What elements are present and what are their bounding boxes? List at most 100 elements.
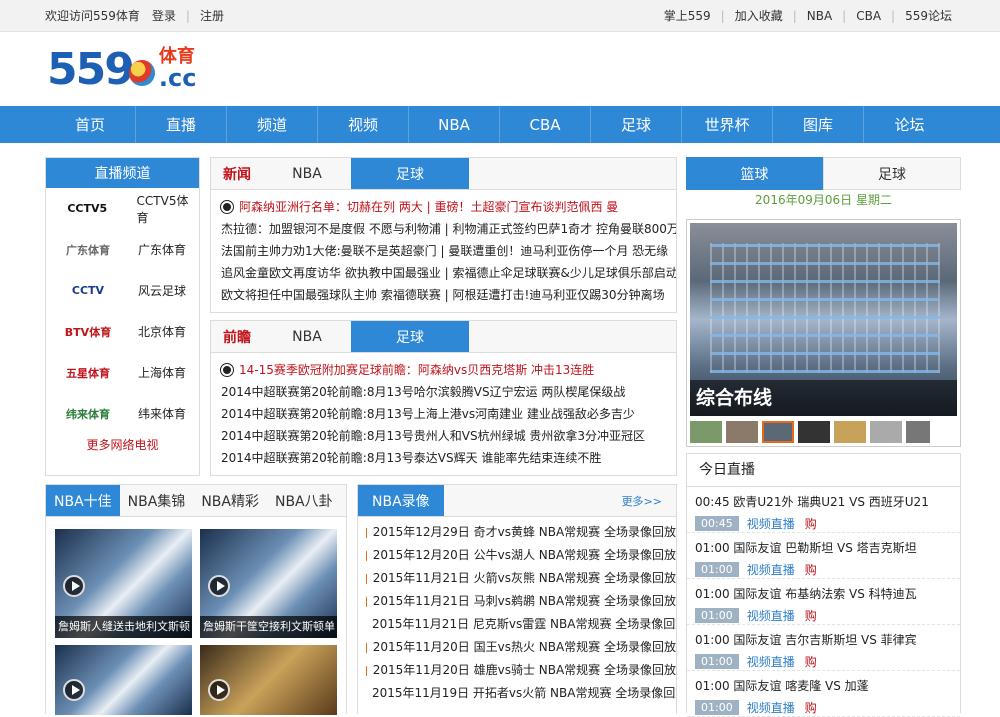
gallery-image[interactable]: 综合布线 — [690, 223, 957, 416]
news-item[interactable]: 阿森纳亚洲行名单：切赫在列 两大 | 重磅！土超豪门宣布谈判范佩西 曼 — [211, 196, 676, 218]
news-item[interactable]: 杰拉德：加盟银河不是度假 不愿与利物浦 | 利物浦正式签约巴萨1奇才 控角曼联8… — [211, 218, 676, 240]
nav-worldcup[interactable]: 世界杯 — [682, 106, 773, 143]
channel-item[interactable]: CCTV5 CCTV5体育 — [46, 188, 199, 229]
buy-link[interactable]: 购 — [805, 699, 817, 716]
recording-item[interactable]: 2015年11月21日 尼克斯vs雷霆 NBA常规赛 全场录像回放 — [358, 613, 676, 636]
news-item[interactable]: 2014中超联赛第20轮前瞻:8月13号哈尔滨毅腾VS辽宁宏运 两队楔尾保级战 — [211, 381, 676, 403]
video-caption: 詹姆斯干筐空接利文斯顿单 — [200, 616, 337, 638]
gallery-thumb[interactable] — [690, 421, 722, 443]
nav-nba[interactable]: NBA — [409, 106, 500, 143]
more-link[interactable]: 更多>> — [622, 485, 676, 516]
live-actions: 01:00 视频直播购 — [695, 653, 960, 670]
tab-nba-gossip[interactable]: NBA八卦 — [267, 485, 341, 516]
buy-link[interactable]: 购 — [805, 561, 817, 578]
nav-forum[interactable]: 论坛 — [864, 106, 955, 143]
nav-channel[interactable]: 频道 — [227, 106, 318, 143]
video-live-link[interactable]: 视频直播 — [747, 561, 795, 578]
more-tv-link[interactable]: 更多网络电视 — [46, 436, 199, 453]
buy-link[interactable]: 购 — [805, 607, 817, 624]
gallery-thumb[interactable] — [798, 421, 830, 443]
video-live-link[interactable]: 视频直播 — [747, 699, 795, 716]
nav-football[interactable]: 足球 — [591, 106, 682, 143]
live-actions: 00:45 视频直播购 — [695, 515, 960, 532]
forum-link[interactable]: 559论坛 — [905, 7, 952, 24]
video-live-link[interactable]: 视频直播 — [747, 653, 795, 670]
channel-item[interactable]: 广东体育 广东体育 — [46, 229, 199, 270]
recording-item[interactable]: 2015年11月20日 雄鹿vs骑士 NBA常规赛 全场录像回放 — [358, 659, 676, 682]
channel-item[interactable]: BTV体育 北京体育 — [46, 311, 199, 352]
recording-item[interactable]: 2015年12月29日 奇才vs黄蜂 NBA常规赛 全场录像回放 — [358, 521, 676, 544]
mobile-link[interactable]: 掌上559 — [664, 7, 711, 24]
tab-preview-football[interactable]: 足球 — [351, 321, 469, 352]
nav-home[interactable]: 首页 — [45, 106, 136, 143]
recording-item[interactable]: 2015年11月21日 火箭vs灰熊 NBA常规赛 全场录像回放 — [358, 567, 676, 590]
nav-gallery[interactable]: 图库 — [773, 106, 864, 143]
buy-link[interactable]: 购 — [805, 653, 817, 670]
channel-item[interactable]: 五星体育 上海体育 — [46, 352, 199, 393]
gallery-thumb[interactable] — [834, 421, 866, 443]
video-thumb[interactable] — [55, 645, 192, 715]
play-icon[interactable] — [208, 575, 230, 597]
tab-nba-top10[interactable]: NBA十佳 — [46, 485, 120, 516]
recording-item[interactable]: 2015年11月21日 马刺vs鹈鹕 NBA常规赛 全场录像回放 — [358, 590, 676, 613]
video-live-link[interactable]: 视频直播 — [747, 515, 795, 532]
channel-logo: 广东体育 — [66, 243, 110, 257]
tab-basketball[interactable]: 篮球 — [686, 157, 823, 190]
tab-nba-highlights[interactable]: NBA集锦 — [120, 485, 194, 516]
nba-top-tabs: NBA十佳 NBA集锦 NBA精彩 NBA八卦 — [46, 485, 346, 517]
news-item[interactable]: 欧文将担任中国最强球队主帅 索福德联赛 | 阿根廷遭打击!迪马利亚仅踢30分钟离… — [211, 284, 676, 306]
news-item[interactable]: 2014中超联赛第20轮前瞻:8月13号泰达VS辉天 谁能率先结束连续不胜 — [211, 447, 676, 469]
sport-tabs-panel: 篮球 足球 2016年09月06日 星期二 — [686, 157, 961, 211]
play-icon[interactable] — [208, 679, 230, 701]
tab-news-nba[interactable]: NBA — [263, 158, 351, 189]
tab-preview-nba[interactable]: NBA — [263, 321, 351, 352]
nav-video[interactable]: 视频 — [318, 106, 409, 143]
news-item[interactable]: 2014中超联赛第20轮前瞻:8月13号贵州人和VS杭州绿城 贵州欲拿3分冲亚冠… — [211, 425, 676, 447]
register-link[interactable]: 注册 — [200, 7, 224, 24]
recordings-list: 2015年12月29日 奇才vs黄蜂 NBA常规赛 全场录像回放 2015年12月… — [358, 517, 676, 705]
nba-link[interactable]: NBA — [807, 9, 832, 23]
date-text: 2016年09月06日 星期二 — [755, 193, 892, 207]
channel-item[interactable]: CCTV 风云足球 — [46, 270, 199, 311]
tab-football[interactable]: 足球 — [823, 157, 961, 190]
news-item[interactable]: 2014中超联赛第20轮前瞻:8月13号上海上港vs河南建业 建业战强敌必多吉少 — [211, 403, 676, 425]
news-item[interactable]: 追风金童欧文再度访华 欲执教中国最强业 | 索福德止伞足球联赛&少儿足球俱乐部启… — [211, 262, 676, 284]
recording-item[interactable]: 2015年11月20日 国王vs热火 NBA常规赛 全场录像回放 — [358, 636, 676, 659]
bookmark-link[interactable]: 加入收藏 — [735, 7, 783, 24]
news-text: 2014中超联赛第20轮前瞻:8月13号哈尔滨毅腾VS辽宁宏运 两队楔尾保级战 — [221, 385, 626, 399]
gallery-thumb[interactable] — [762, 421, 794, 443]
tab-nba-best[interactable]: NBA精彩 — [193, 485, 267, 516]
video-thumb[interactable]: 詹姆斯人缝送击地利文斯顿 — [55, 529, 192, 638]
news-tabs: 新闻 NBA 足球 — [211, 158, 676, 190]
buy-link[interactable]: 购 — [805, 515, 817, 532]
news-item[interactable]: 法国前主帅力劝1大佬:曼联不是英超豪门 | 曼联遭重创！迪马利亚伤停一个月 恐无… — [211, 240, 676, 262]
play-icon[interactable] — [63, 679, 85, 701]
video-camera-icon — [366, 665, 372, 676]
recording-item[interactable]: 2015年12月20日 公牛vs湖人 NBA常规赛 全场录像回放 — [358, 544, 676, 567]
live-match-title: 01:00 国际友谊 喀麦隆 VS 加蓬 — [695, 679, 869, 693]
news-text: 追风金童欧文再度访华 欲执教中国最强业 | 索福德止伞足球联赛&少儿足球俱乐部启… — [221, 266, 676, 280]
gallery-thumb[interactable] — [870, 421, 902, 443]
nav-live[interactable]: 直播 — [136, 106, 227, 143]
video-live-link[interactable]: 视频直播 — [747, 607, 795, 624]
today-live-panel: 今日直播 00:45 欧青U21外 瑞典U21 VS 西班牙U21 00:45 视频… — [686, 453, 961, 717]
site-logo[interactable]: 559 体育 .cc — [0, 32, 1000, 106]
play-icon[interactable] — [63, 575, 85, 597]
login-link[interactable]: 登录 — [152, 7, 176, 24]
news-item[interactable]: 14-15赛季欧冠附加赛足球前瞻：阿森纳vs贝西克塔斯 冲击13连胜 — [211, 359, 676, 381]
news-text: 14-15赛季欧冠附加赛足球前瞻：阿森纳vs贝西克塔斯 冲击13连胜 — [239, 363, 595, 377]
recording-item[interactable]: 2015年11月19日 开拓者vs火箭 NBA常规赛 全场录像回放 — [358, 682, 676, 705]
tab-news-football[interactable]: 足球 — [351, 158, 469, 189]
channel-name: 风云足球 — [138, 284, 187, 298]
channel-item[interactable]: 纬来体育 纬来体育 — [46, 393, 199, 434]
video-thumb[interactable] — [200, 645, 337, 715]
cba-link[interactable]: CBA — [856, 9, 881, 23]
channel-logo: CCTV5 — [67, 202, 108, 215]
recording-text: 2015年11月19日 开拓者vs火箭 NBA常规赛 全场录像回放 — [372, 686, 676, 700]
nav-cba[interactable]: CBA — [500, 106, 591, 143]
video-thumb[interactable]: 詹姆斯干筐空接利文斯顿单 — [200, 529, 337, 638]
gallery-thumb[interactable] — [726, 421, 758, 443]
recording-text: 2015年11月20日 国王vs热火 NBA常规赛 全场录像回放 — [372, 640, 676, 654]
gallery-thumbs — [690, 421, 930, 443]
gallery-thumb[interactable] — [906, 421, 930, 443]
